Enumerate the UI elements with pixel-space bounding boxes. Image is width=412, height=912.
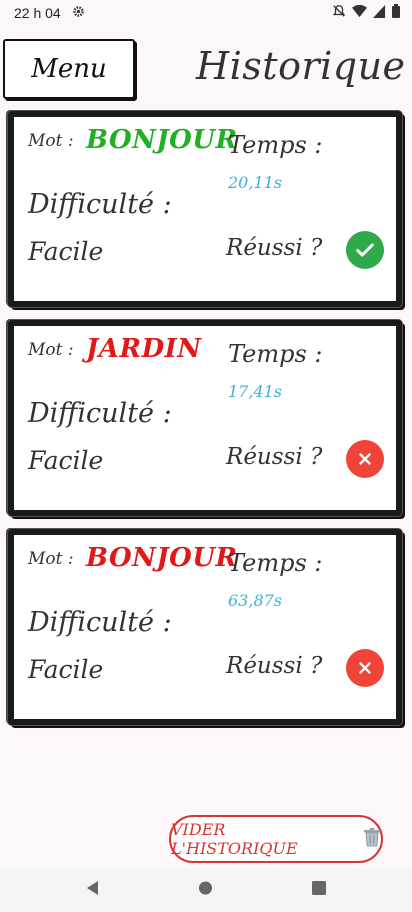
difficulty-value: Facile <box>28 237 104 266</box>
time-value: 20,11s <box>228 173 283 192</box>
success-label: Réussi ? <box>226 444 323 470</box>
close-icon <box>346 649 384 687</box>
clear-history-button[interactable]: VIDER L'HISTORIQUE <box>169 815 383 863</box>
success-label: Réussi ? <box>226 653 323 679</box>
wifi-icon <box>352 4 367 21</box>
close-icon <box>346 440 384 478</box>
time-label: Temps : <box>228 131 323 159</box>
word-value: BONJOUR <box>86 125 238 155</box>
time-label: Temps : <box>228 549 323 577</box>
difficulty-label: Difficulté : <box>28 189 172 220</box>
clear-history-label: VIDER L'HISTORIQUE <box>171 820 298 858</box>
difficulty-value: Facile <box>28 655 104 684</box>
word-label: Mot : <box>28 131 74 151</box>
signal-icon <box>373 4 386 21</box>
gear-icon <box>72 5 85 21</box>
trash-icon <box>363 827 381 851</box>
difficulty-value: Facile <box>28 446 104 475</box>
difficulty-label: Difficulté : <box>28 398 172 429</box>
menu-button[interactable]: Menu <box>3 39 135 99</box>
back-icon[interactable] <box>85 880 99 900</box>
status-time: 22 h 04 <box>14 5 61 21</box>
history-card: Mot : BONJOUR Temps : 20,11s Difficulté … <box>8 111 402 307</box>
history-card: Mot : JARDIN Temps : 17,41s Difficulté :… <box>8 320 402 516</box>
check-icon <box>346 231 384 269</box>
success-label: Réussi ? <box>226 235 323 261</box>
navigation-bar <box>0 868 412 912</box>
battery-icon <box>392 4 400 21</box>
page-title: Historique <box>196 44 406 88</box>
home-icon[interactable] <box>198 880 213 900</box>
word-label: Mot : <box>28 549 74 569</box>
word-value: JARDIN <box>86 334 202 364</box>
word-label: Mot : <box>28 340 74 360</box>
status-icons <box>332 4 400 21</box>
time-value: 63,87s <box>228 591 283 610</box>
difficulty-label: Difficulté : <box>28 607 172 638</box>
recents-icon[interactable] <box>312 880 326 900</box>
history-card: Mot : BONJOUR Temps : 63,87s Difficulté … <box>8 529 402 725</box>
time-label: Temps : <box>228 340 323 368</box>
time-value: 17,41s <box>228 382 283 401</box>
status-bar: 22 h 04 <box>0 0 412 28</box>
bell-off-icon <box>332 4 346 21</box>
word-value: BONJOUR <box>86 543 238 573</box>
